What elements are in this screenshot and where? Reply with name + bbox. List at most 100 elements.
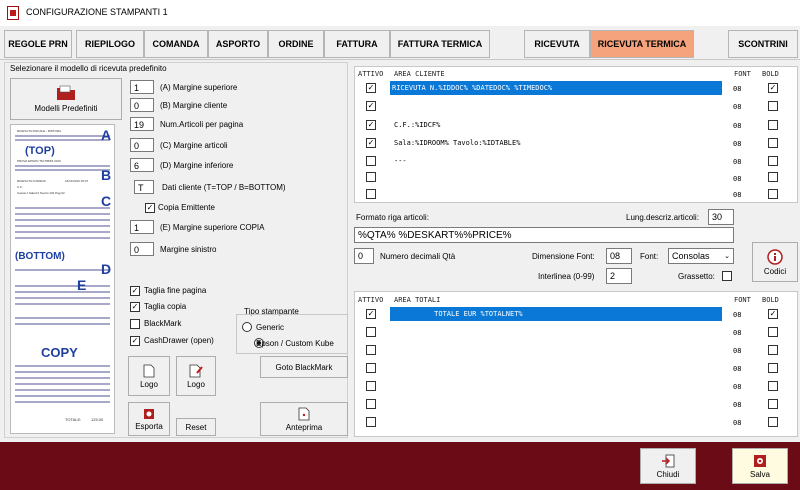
tab-regole-prn[interactable]: REGOLE PRN — [4, 30, 72, 58]
totals-row-1-active[interactable]: ✓ — [366, 309, 376, 319]
cut-copy-checkbox[interactable]: ✓ — [130, 302, 140, 312]
epson-label: Epson / Custom Kube — [256, 339, 334, 348]
margin-left-label: Margine sinistro — [160, 245, 217, 254]
client-row-5-active[interactable] — [366, 156, 376, 166]
description-length-input[interactable]: 30 — [708, 209, 734, 225]
tab-scontrini[interactable]: SCONTRINI — [728, 30, 798, 58]
tab-ordine[interactable]: ORDINE — [268, 30, 324, 58]
generic-radio[interactable] — [242, 322, 252, 332]
tab-fattura[interactable]: FATTURA — [324, 30, 390, 58]
tab-bar: REGOLE PRN RIEPILOGO COMANDA ASPORTO ORD… — [0, 30, 800, 60]
totals-row-1-bold[interactable]: ✓ — [768, 309, 778, 319]
client-row-2-bold[interactable] — [768, 101, 778, 111]
totals-row-5-font[interactable]: 08 — [733, 383, 741, 391]
reset-button[interactable]: Reset — [176, 418, 216, 436]
totals-row-5-bold[interactable] — [768, 381, 778, 391]
font-size-input[interactable]: 08 — [606, 248, 632, 264]
margin-top-input[interactable]: 1 — [130, 80, 154, 94]
client-row-1-font[interactable]: 08 — [733, 85, 741, 93]
preview-copy-tag: COPY — [41, 345, 78, 360]
totals-row-7-bold[interactable] — [768, 417, 778, 427]
margin-articles-input[interactable]: 0 — [130, 138, 154, 152]
description-length-label: Lung.descriz.articoli: — [626, 213, 699, 222]
save-button[interactable]: Salva — [732, 448, 788, 484]
client-row-7-bold[interactable] — [768, 189, 778, 199]
margin-copy-input[interactable]: 1 — [130, 220, 154, 234]
client-row-1-text[interactable]: RICEVUTA N.%IDDOC% %DATEDOC% %TIMEDOC% — [390, 81, 722, 95]
totals-row-3-active[interactable] — [366, 345, 376, 355]
client-data-position-input[interactable]: T — [134, 180, 154, 194]
close-button[interactable]: Chiudi — [640, 448, 696, 484]
cut-page-end-checkbox[interactable]: ✓ — [130, 286, 140, 296]
client-row-2-active[interactable]: ✓ — [366, 101, 376, 111]
client-row-1-active[interactable]: ✓ — [366, 83, 376, 93]
logo-2-label: Logo — [187, 379, 205, 389]
articles-per-page-input[interactable]: 19 — [130, 117, 154, 131]
totals-row-2-active[interactable] — [366, 327, 376, 337]
tab-ricevuta[interactable]: RICEVUTA — [524, 30, 590, 58]
tab-ricevuta-termica[interactable]: RICEVUTA TERMICA — [590, 30, 694, 58]
totals-row-1-text[interactable]: TOTALE EUR %TOTALNET% — [390, 307, 722, 321]
totals-row-3-bold[interactable] — [768, 345, 778, 355]
export-button[interactable]: Esporta — [128, 402, 170, 436]
codici-button[interactable]: Codici — [752, 242, 798, 282]
client-row-6-bold[interactable] — [768, 172, 778, 182]
totals-row-5-active[interactable] — [366, 381, 376, 391]
totals-row-3-font[interactable]: 08 — [733, 347, 741, 355]
margin-bottom-input[interactable]: 6 — [130, 158, 154, 172]
tab-comanda[interactable]: COMANDA — [144, 30, 208, 58]
totals-row-2-font[interactable]: 08 — [733, 329, 741, 337]
client-row-3-font[interactable]: 08 — [733, 122, 741, 130]
client-row-4-active[interactable]: ✓ — [366, 138, 376, 148]
tab-riepilogo[interactable]: RIEPILOGO — [76, 30, 144, 58]
client-row-3-active[interactable]: ✓ — [366, 120, 376, 130]
copia-emittente-checkbox[interactable]: ✓ — [145, 203, 155, 213]
totals-row-7-font[interactable]: 08 — [733, 419, 741, 427]
client-row-5-font[interactable]: 08 — [733, 158, 741, 166]
font-select[interactable]: Consolas ⌄ — [668, 248, 734, 264]
totals-row-4-font[interactable]: 08 — [733, 365, 741, 373]
export-icon — [144, 408, 154, 419]
blackmark-checkbox[interactable] — [130, 319, 140, 329]
client-row-6-active[interactable] — [366, 172, 376, 182]
client-row-7-active[interactable] — [366, 189, 376, 199]
preview-button[interactable]: Anteprima — [260, 402, 348, 436]
client-row-7-font[interactable]: 08 — [733, 191, 741, 199]
client-row-4-font[interactable]: 08 — [733, 140, 741, 148]
totals-row-7-active[interactable] — [366, 417, 376, 427]
tab-fattura-termica[interactable]: FATTURA TERMICA — [390, 30, 490, 58]
margin-client-input[interactable]: 0 — [130, 98, 154, 112]
client-row-5-bold[interactable] — [768, 156, 778, 166]
client-row-3-text[interactable]: C.F.:%IDCF% — [394, 121, 440, 129]
client-row-6-font[interactable]: 08 — [733, 175, 741, 183]
client-row-4-bold[interactable] — [768, 138, 778, 148]
totals-row-6-active[interactable] — [366, 399, 376, 409]
totals-row-4-active[interactable] — [366, 363, 376, 373]
totals-row-6-font[interactable]: 08 — [733, 401, 741, 409]
grassetto-checkbox[interactable] — [722, 271, 732, 281]
interlinea-input[interactable]: 2 — [606, 268, 632, 284]
margin-copy-label: (E) Margine superiore COPIA — [160, 223, 265, 232]
logo-button-1[interactable]: Logo — [128, 356, 170, 396]
totals-grid-header-active: ATTIVO — [358, 296, 384, 304]
client-row-3-bold[interactable] — [768, 120, 778, 130]
margin-left-input[interactable]: 0 — [130, 242, 154, 256]
client-row-4-text[interactable]: Sala:%IDROOM% Tavolo:%IDTABLE% — [394, 139, 520, 147]
totals-row-1-font[interactable]: 08 — [733, 311, 741, 319]
cut-page-end-label: Taglia fine pagina — [144, 286, 207, 295]
client-row-5-text[interactable]: --- — [394, 157, 407, 165]
client-row-2-font[interactable]: 08 — [733, 103, 741, 111]
totals-grid-header-bold: BOLD — [762, 296, 779, 304]
totals-row-2-bold[interactable] — [768, 327, 778, 337]
logo-button-2[interactable]: Logo — [176, 356, 216, 396]
tab-asporto[interactable]: ASPORTO — [208, 30, 268, 58]
decimals-input[interactable]: 0 — [354, 248, 374, 264]
models-button[interactable]: Modelli Predefiniti — [10, 78, 122, 120]
totals-row-4-bold[interactable] — [768, 363, 778, 373]
preview-header: RICEVUTA FISCALE - RISTORA — [17, 129, 62, 133]
article-format-input[interactable]: %QTA% %DESKART%%PRICE% — [354, 227, 734, 243]
goto-blackmark-button[interactable]: Goto BlackMark — [260, 356, 348, 378]
cashdrawer-checkbox[interactable]: ✓ — [130, 336, 140, 346]
totals-row-6-bold[interactable] — [768, 399, 778, 409]
client-row-1-bold[interactable]: ✓ — [768, 83, 778, 93]
